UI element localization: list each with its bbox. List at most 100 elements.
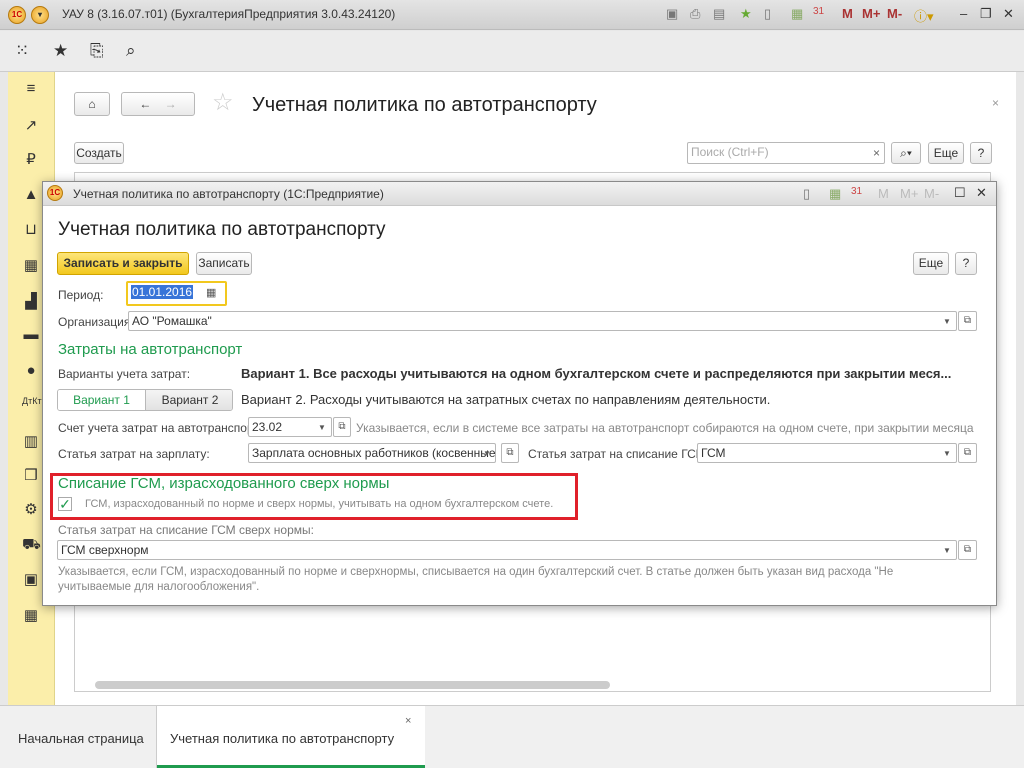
fuel-input[interactable]: ГСМ (697, 443, 957, 463)
bar-chart-icon[interactable]: ▥ (22, 432, 40, 450)
calculator-icon[interactable]: ▦ (829, 186, 841, 202)
cart-icon[interactable]: ⊔ (22, 220, 40, 238)
maximize-icon[interactable]: ☐ (954, 185, 966, 201)
variant1-option[interactable]: Вариант 1 (58, 390, 145, 410)
1c-logo-icon: 1C (8, 6, 26, 24)
calendar-picker-icon[interactable]: ▦ (206, 286, 216, 299)
dt-kt-icon[interactable]: ДтКт (22, 396, 42, 406)
chevron-down-icon[interactable]: ▼ (943, 449, 951, 458)
section-fuel-header: Списание ГСМ, израсходованного сверх нор… (58, 475, 390, 492)
over-norm-input[interactable]: ГСМ сверхнорм (57, 540, 957, 560)
open-icon[interactable]: ⧉ (958, 540, 977, 560)
calendar-icon[interactable]: 31 (813, 6, 824, 17)
over-label: Статья затрат на списание ГСМ сверх норм… (58, 523, 314, 537)
close-icon[interactable]: ✕ (976, 185, 987, 201)
search-input[interactable]: Поиск (Ctrl+F) (687, 142, 885, 164)
variant2-option[interactable]: Вариант 2 (145, 390, 232, 410)
bag-icon[interactable]: ▲ (22, 186, 40, 203)
print-icon[interactable]: ⎙ (690, 6, 700, 22)
memory-plus-button[interactable]: M+ (862, 6, 880, 21)
bookmark-icon[interactable]: ▯ (764, 6, 771, 22)
open-icon[interactable]: ⧉ (333, 417, 351, 437)
variants-label: Варианты учета затрат: (58, 367, 191, 381)
documents-icon[interactable]: ❒ (22, 466, 40, 484)
save-icon[interactable]: ▣ (666, 6, 678, 22)
more-button[interactable]: Еще (913, 252, 949, 275)
open-tabs-bar: Начальная страница Учетная политика по а… (0, 705, 1024, 768)
history-icon[interactable]: ⎘ (90, 41, 104, 61)
gear-icon[interactable]: ⚙ (22, 500, 40, 518)
memory-m-button[interactable]: M (842, 6, 853, 21)
calendar-icon[interactable]: 31 (851, 186, 862, 197)
minimize-icon[interactable]: – (960, 6, 967, 21)
trend-icon[interactable]: ↗ (22, 116, 40, 134)
page-title: Учетная политика по автотранспорту (252, 94, 597, 116)
create-button[interactable]: Создать (74, 142, 124, 164)
nav-buttons: ← → (121, 92, 195, 116)
tab-vehicle-policy[interactable]: Учетная политика по автотранспорту × (157, 706, 425, 768)
close-icon[interactable]: ✕ (1003, 6, 1014, 22)
apps-grid-icon[interactable]: ⁙ (15, 41, 29, 61)
org-label: Организация: (58, 315, 134, 329)
save-button[interactable]: Записать (196, 252, 252, 275)
checkbox-label[interactable]: ГСМ, израсходованный по норме и сверх но… (85, 498, 553, 510)
help-button[interactable]: ? (970, 142, 992, 164)
restore-icon[interactable]: ❐ (980, 6, 992, 22)
salary-input[interactable]: Зарплата основных работников (косвенные (248, 443, 496, 463)
chevron-down-icon[interactable]: ▼ (318, 423, 326, 432)
memory-m-button[interactable]: M (878, 186, 889, 201)
calculator-icon[interactable]: ▦ (791, 6, 803, 22)
truck-icon[interactable]: ▬ (22, 326, 40, 343)
variant-toggle: Вариант 1 Вариант 2 (57, 389, 233, 411)
period-value: 01.01.2016 (131, 285, 194, 299)
bookmark-icon[interactable]: ▯ (803, 186, 810, 202)
chevron-down-icon[interactable]: ▼ (943, 317, 951, 326)
forward-arrow-icon[interactable]: → (165, 97, 177, 111)
presentation-icon[interactable]: ▣ (22, 570, 40, 588)
search-icon[interactable]: ⌕ (126, 41, 136, 61)
favorites-star-icon[interactable]: ★ (53, 41, 68, 61)
memory-minus-button[interactable]: M- (887, 6, 902, 21)
main-toolbar: ⁙ ★ ⎘ ⌕ (0, 31, 1024, 72)
info-icon[interactable]: ⓘ▾ (914, 6, 934, 25)
horizontal-scrollbar[interactable] (95, 681, 610, 689)
calculator-icon[interactable]: ▦ (22, 606, 40, 624)
tab-home[interactable]: Начальная страница (0, 706, 157, 768)
window-title: Учетная политика по автотранспорту (1С:П… (73, 187, 384, 201)
tab-label: Учетная политика по автотранспорту (170, 731, 395, 746)
grid-icon[interactable]: ▦ (22, 256, 40, 274)
help-button[interactable]: ? (955, 252, 977, 275)
open-icon[interactable]: ⧉ (958, 311, 977, 331)
favorites-add-icon[interactable]: ★ (740, 6, 752, 22)
app-title: УАУ 8 (3.16.07.т01) (БухгалтерияПредприя… (62, 7, 396, 21)
menu-icon[interactable]: ≡ (22, 80, 40, 97)
home-button[interactable]: ⌂ (74, 92, 110, 116)
car-icon[interactable]: ⛟ (22, 536, 41, 555)
single-account-checkbox[interactable]: ✓ (58, 497, 72, 511)
memory-plus-button[interactable]: M+ (900, 186, 918, 201)
back-arrow-icon[interactable]: ← (139, 97, 151, 111)
person-icon[interactable]: ● (22, 362, 40, 379)
search-options-button[interactable]: ⌕▾ (891, 142, 921, 164)
tab-close-icon[interactable]: × (405, 715, 411, 727)
open-icon[interactable]: ⧉ (501, 443, 519, 463)
section-costs-header: Затраты на автотранспорт (58, 341, 243, 358)
page-close-icon[interactable]: × (992, 96, 999, 110)
ruble-icon[interactable]: ₽ (22, 150, 40, 168)
favorite-star-icon[interactable]: ☆ (212, 88, 234, 117)
more-button[interactable]: Еще (928, 142, 964, 164)
preview-icon[interactable]: ▤ (713, 6, 725, 22)
app-titlebar: 1C ▾ УАУ 8 (3.16.07.т01) (БухгалтерияПре… (0, 0, 1024, 30)
memory-minus-button[interactable]: M- (924, 186, 939, 201)
open-icon[interactable]: ⧉ (958, 443, 977, 463)
main-menu-icon[interactable]: ▾ (31, 6, 49, 24)
tab-label: Начальная страница (18, 731, 144, 746)
chevron-down-icon[interactable]: ▼ (943, 546, 951, 555)
search-clear-icon[interactable]: × (873, 146, 880, 160)
org-input[interactable]: АО "Ромашка" (128, 311, 957, 331)
save-and-close-button[interactable]: Записать и закрыть (57, 252, 189, 275)
window-titlebar: 1C Учетная политика по автотранспорту (1… (43, 182, 996, 206)
1c-logo-icon: 1C (47, 185, 63, 201)
chevron-down-icon[interactable]: ▼ (483, 449, 491, 458)
factory-icon[interactable]: ▟ (22, 292, 40, 310)
